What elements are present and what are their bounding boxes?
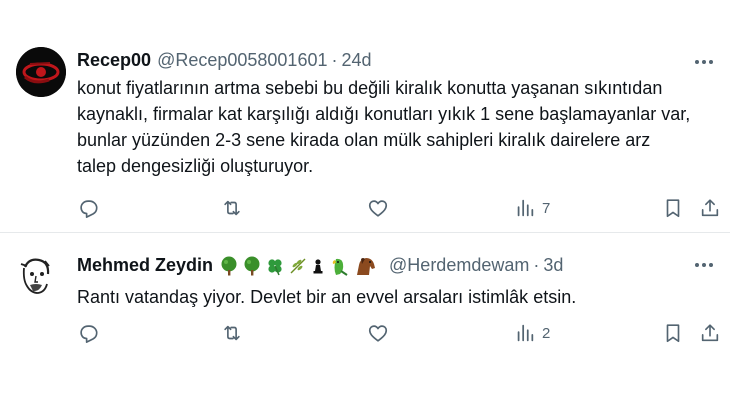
four-leaf-clover-icon bbox=[268, 258, 282, 275]
tweet-text-line: bunlar yüzünden 2-3 sene kirada olan mül… bbox=[77, 130, 651, 150]
more-options-icon[interactable] bbox=[692, 50, 716, 74]
reply-button[interactable] bbox=[77, 196, 99, 220]
views-count: 2 bbox=[542, 324, 551, 342]
reply-icon bbox=[80, 200, 98, 218]
horse-icon bbox=[357, 257, 376, 275]
more-options-icon[interactable] bbox=[692, 253, 716, 277]
tweet-header: Mehmed Zeydin @Herdemdewam · 3d bbox=[77, 255, 563, 276]
share-button[interactable] bbox=[699, 321, 721, 345]
like-button[interactable] bbox=[367, 321, 389, 345]
retweet-icon bbox=[224, 325, 240, 341]
heart-icon bbox=[368, 200, 388, 217]
tweet-text-line: konut fiyatlarının artma sebebi bu değil… bbox=[77, 78, 663, 98]
tree-icon bbox=[221, 256, 237, 275]
bookmark-icon bbox=[666, 199, 680, 218]
separator-dot: · bbox=[331, 50, 338, 70]
tweet-header: Recep00 @Recep0058001601 · 24d bbox=[77, 50, 372, 71]
display-name[interactable]: Recep00 bbox=[77, 50, 151, 71]
bookmark-button[interactable] bbox=[662, 321, 684, 345]
views-chart-icon bbox=[517, 324, 534, 342]
bookmark-button[interactable] bbox=[662, 196, 684, 220]
user-handle[interactable]: @Recep0058001601 bbox=[157, 50, 327, 71]
avatar[interactable] bbox=[16, 47, 66, 97]
timestamp[interactable]: 24d bbox=[341, 50, 371, 71]
like-button[interactable] bbox=[367, 196, 389, 220]
tweet[interactable]: Recep00 @Recep0058001601 · 24d konut fiy… bbox=[0, 0, 730, 233]
views-count: 7 bbox=[542, 199, 551, 217]
timestamp[interactable]: 3d bbox=[543, 255, 563, 276]
tweet-text: konut fiyatlarının artma sebebi bu değil… bbox=[77, 75, 717, 179]
tweet-text-line: Rantı vatandaş yiyor. Devlet bir an evve… bbox=[77, 287, 577, 307]
heart-icon bbox=[368, 325, 388, 342]
bookmark-icon bbox=[666, 324, 680, 343]
views-button[interactable]: 2 bbox=[514, 321, 550, 345]
reply-icon bbox=[80, 325, 98, 343]
avatar[interactable] bbox=[11, 252, 61, 302]
name-emojis bbox=[219, 256, 377, 276]
share-icon bbox=[701, 324, 719, 342]
sketch-portrait-icon bbox=[11, 252, 61, 302]
parrot-icon bbox=[332, 258, 348, 276]
reply-button[interactable] bbox=[77, 321, 99, 345]
separator-dot: · bbox=[533, 255, 540, 275]
chess-pawn-icon bbox=[313, 258, 323, 273]
tweet-actions: 2 bbox=[77, 321, 722, 345]
retweet-icon bbox=[224, 200, 240, 216]
retweet-button[interactable] bbox=[221, 321, 243, 345]
tweet-text-line: kaynaklı, firmalar kat karşılığı aldığı … bbox=[77, 104, 691, 124]
tweet-text-line: talep dengesizliği oluşturuyor. bbox=[77, 156, 314, 176]
display-name[interactable]: Mehmed Zeydin bbox=[77, 255, 213, 276]
views-button[interactable]: 7 bbox=[514, 196, 550, 220]
user-handle[interactable]: @Herdemdewam bbox=[389, 255, 529, 276]
retweet-button[interactable] bbox=[221, 196, 243, 220]
tweet-text: Rantı vatandaş yiyor. Devlet bir an evve… bbox=[77, 284, 717, 310]
tweet-actions: 7 bbox=[77, 196, 722, 220]
tree-icon bbox=[244, 256, 260, 275]
olive-branch-icon bbox=[290, 258, 306, 273]
views-chart-icon bbox=[517, 199, 534, 217]
red-eye-logo-icon bbox=[16, 47, 66, 97]
share-icon bbox=[701, 199, 719, 217]
share-button[interactable] bbox=[699, 196, 721, 220]
